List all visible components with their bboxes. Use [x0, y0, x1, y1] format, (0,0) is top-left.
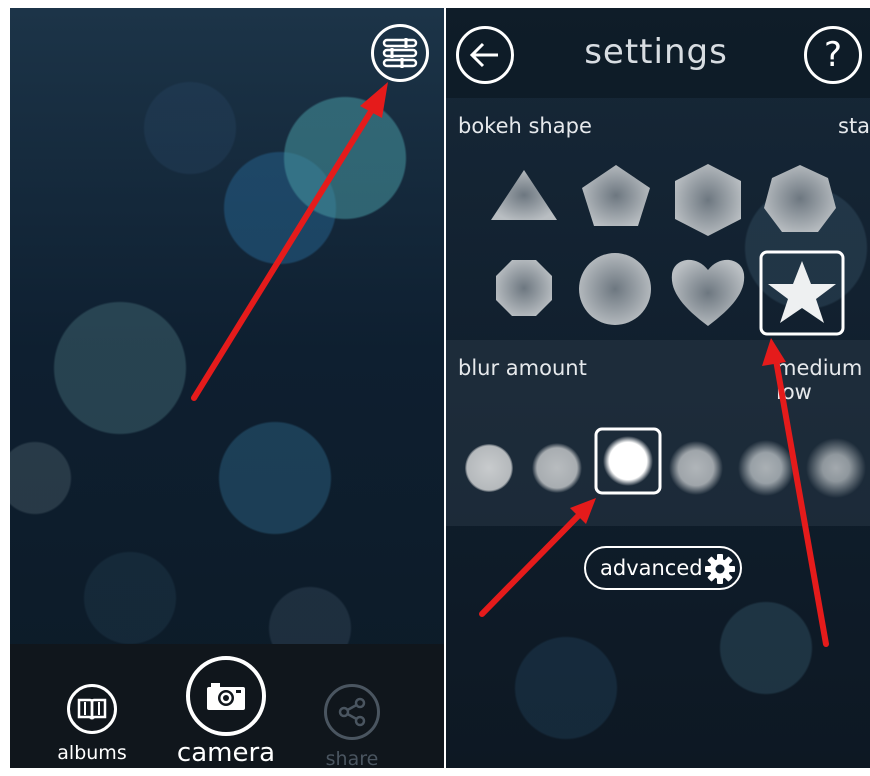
camera-label: camera	[176, 738, 276, 768]
albums-label: albums	[57, 742, 127, 764]
share-icon	[338, 697, 366, 727]
camera-button[interactable]	[186, 656, 266, 736]
camera-screen: albums camera share	[10, 8, 444, 768]
book-icon	[77, 698, 107, 720]
annotation-arrow	[191, 82, 388, 401]
share-button[interactable]	[324, 684, 380, 740]
bottom-nav-bar: albums camera share	[10, 644, 444, 768]
camera-icon	[207, 683, 245, 710]
settings-screen: settings ? bokeh shape star	[446, 8, 870, 768]
share-label: share	[325, 748, 379, 768]
albums-button[interactable]	[67, 684, 117, 734]
annotation-arrows	[479, 338, 829, 647]
screenshot-canvas: albums camera share settings ? bokeh sha…	[0, 0, 870, 776]
